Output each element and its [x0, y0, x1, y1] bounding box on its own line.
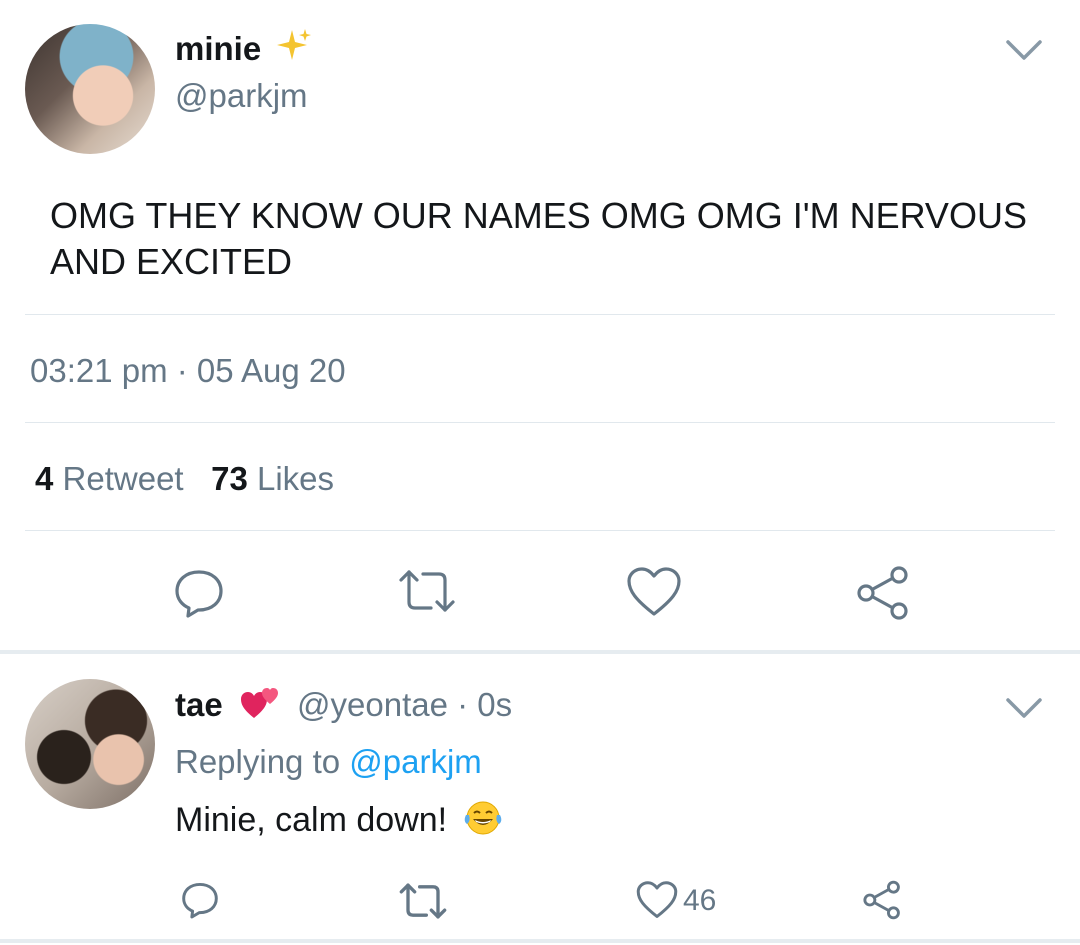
like-count[interactable]: 73 [211, 460, 248, 497]
heart-icon[interactable] [636, 880, 678, 920]
section-divider [0, 650, 1080, 654]
chevron-down-icon[interactable] [1005, 696, 1043, 720]
retweet-label[interactable]: Retweet [63, 460, 184, 497]
replying-to-link[interactable]: @parkjm [349, 743, 482, 780]
author-handle[interactable]: @parkjm [175, 77, 308, 115]
like-label[interactable]: Likes [257, 460, 334, 497]
retweet-icon[interactable] [397, 566, 457, 616]
share-icon[interactable] [862, 880, 902, 920]
tweet-text: OMG THEY KNOW OUR NAMES OMG OMG I'M NERV… [50, 195, 1027, 282]
section-divider [0, 939, 1080, 943]
divider [25, 422, 1055, 423]
reply-text: Minie, calm down! [175, 799, 503, 840]
retweet-count[interactable]: 4 [35, 460, 53, 497]
replying-label: Replying to [175, 743, 341, 780]
reply-text-content: Minie, calm down! [175, 801, 448, 839]
laughing-tears-icon [463, 799, 503, 839]
tweet-stats: 4 Retweet 73 Likes [35, 460, 334, 498]
author-name[interactable]: minie [175, 30, 261, 68]
reply-handle-time[interactable]: @yeontae · 0s [297, 686, 512, 723]
revolving-hearts-icon [240, 686, 280, 724]
reply-like-count[interactable]: 46 [683, 884, 716, 918]
reply-author-name[interactable]: tae [175, 686, 223, 723]
reply-icon[interactable] [172, 566, 226, 620]
author-avatar[interactable] [25, 24, 155, 154]
retweet-icon[interactable] [398, 880, 448, 922]
share-icon[interactable] [855, 566, 911, 620]
divider [25, 314, 1055, 315]
reply-icon[interactable] [180, 880, 220, 920]
replying-to: Replying to @parkjm [175, 743, 482, 781]
divider [25, 530, 1055, 531]
reply-header: tae @yeontae · 0s [175, 686, 512, 724]
reply-author-avatar[interactable] [25, 679, 155, 809]
chevron-down-icon[interactable] [1005, 38, 1043, 62]
sparkles-icon [272, 26, 312, 75]
tweet-timestamp: 03:21 pm · 05 Aug 20 [30, 352, 346, 389]
heart-icon[interactable] [626, 566, 682, 618]
